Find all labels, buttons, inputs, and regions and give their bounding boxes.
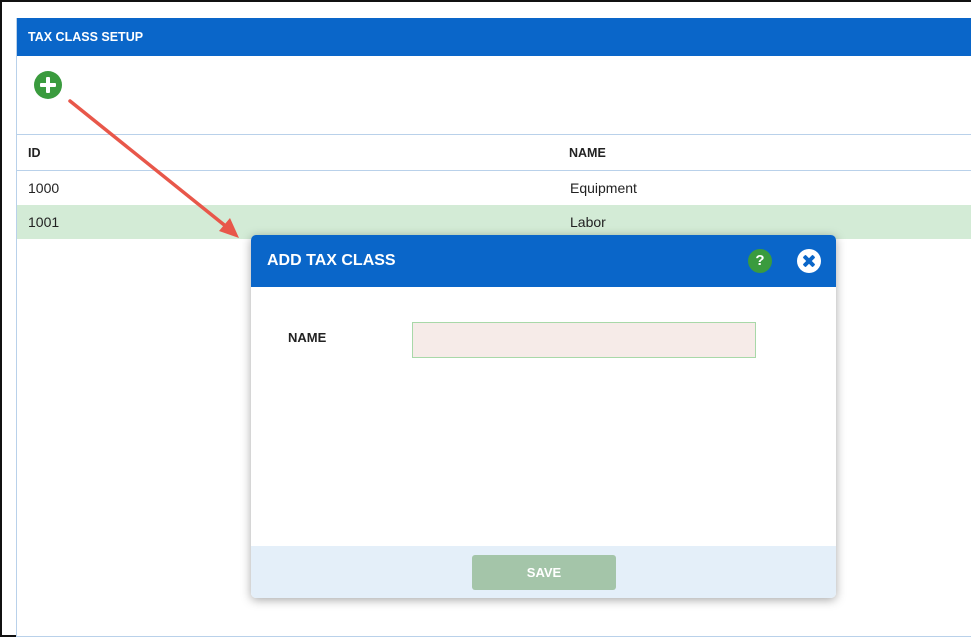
add-tax-class-dialog: ADD TAX CLASS ? NAME SAVE: [251, 235, 836, 598]
save-button[interactable]: SAVE: [472, 555, 616, 590]
close-icon[interactable]: [797, 249, 821, 273]
name-label: NAME: [288, 330, 327, 345]
help-icon[interactable]: ?: [748, 249, 772, 273]
name-input[interactable]: [412, 322, 756, 358]
dialog-footer: SAVE: [251, 546, 836, 598]
